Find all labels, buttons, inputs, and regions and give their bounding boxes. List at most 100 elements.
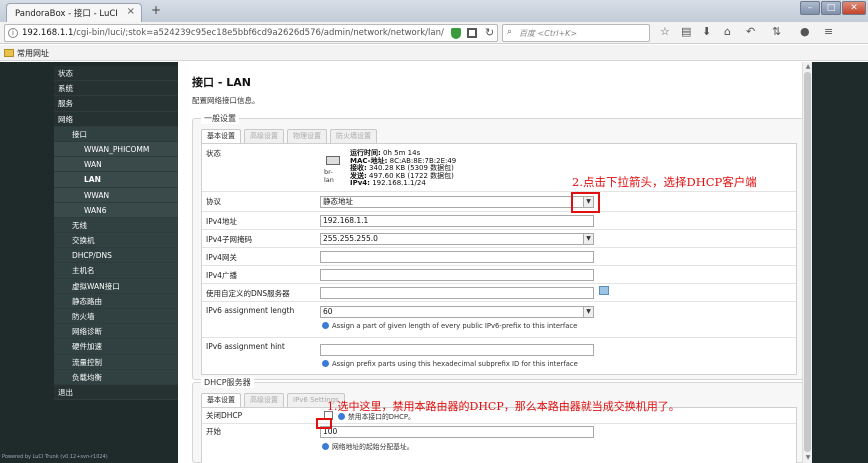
ip6assign-select[interactable]: 60 ▼ [320,306,594,318]
broadcast-input[interactable] [320,269,594,281]
browser-title-bar: PandoraBox - 接口 - LuCI × + – □ ✕ [0,0,868,22]
sidebar-item-21[interactable]: 退出 [54,384,178,401]
folder-icon [4,49,14,57]
protocol-label: 协议 [206,197,221,206]
sidebar-item-12[interactable]: DHCP/DNS [54,248,178,264]
info-icon[interactable]: i [8,28,18,38]
scroll-thumb[interactable] [804,72,811,452]
page-title: 接口 - LAN [192,76,251,89]
ip6hint-label: IPv6 assignment hint [206,342,285,351]
powered-by: Powered by LuCI Trunk (v0.12+svn-r1024) [2,454,108,460]
url-text[interactable]: 192.168.1.1/cgi-bin/luci/;stok=a524239c9… [22,28,444,38]
sidebar-item-3[interactable]: 网络 [54,111,178,127]
sidebar-item-0[interactable]: 状态 [54,66,178,82]
netmask-select[interactable]: 255.255.255.0 ▼ [320,233,594,245]
home-icon[interactable]: ⌂ [724,26,731,38]
ipv4-address-input[interactable]: 192.168.1.1 [320,215,594,227]
sidebar-item-7[interactable]: LAN [54,172,178,188]
sidebar-item-1[interactable]: 系统 [54,81,178,97]
general-settings-section: 一般设置 基本设置 高级设置 物理设置 防火墙设置 状态 br-lan 运行时间… [192,113,804,380]
bookmark-common-sites[interactable]: 常用网址 [17,48,49,59]
address-bar[interactable]: i 192.168.1.1/cgi-bin/luci/;stok=a524239… [4,24,498,42]
sidebar-item-10[interactable]: 无线 [54,217,178,234]
sidebar-item-6[interactable]: WAN [54,157,178,173]
right-dark-strip [812,62,868,463]
add-field-icon[interactable] [599,286,609,295]
search-placeholder: 百度 <Ctrl+K> [519,29,578,38]
dhcp-tabs: 基本设置 高级设置 IPv6 Settings [201,393,348,407]
info-icon [322,322,329,329]
highlight-dhcp-checkbox [316,418,332,429]
sidebar-item-5[interactable]: WWAN_PHICOMM [54,141,178,158]
gateway-label: IPv4网关 [206,253,237,262]
chevron-down-icon[interactable]: ▼ [583,234,593,244]
download-icon[interactable]: ⬇ [702,26,711,38]
navigation-bar: i 192.168.1.1/cgi-bin/luci/;stok=a524239… [0,22,868,44]
sidebar-item-9[interactable]: WAN6 [54,202,178,218]
ip6hint-input[interactable] [320,344,594,356]
dhcp-panel: 关闭DHCP 禁用本接口的DHCP。 开始 100 网络地址的起始分配基址。 [201,407,797,463]
dhcp-start-input[interactable]: 100 [320,426,594,438]
status-details: 运行时间: 0h 5m 14s MAC-地址: 8C:AB:8E:7B:2E:4… [350,149,457,187]
netmask-label: IPv4子网掩码 [206,235,252,244]
page-scrollbar[interactable]: ▲ ▼ [802,62,812,463]
minimize-button[interactable]: – [800,1,820,15]
sidebar-item-17[interactable]: 网络诊断 [54,324,178,340]
sidebar-item-13[interactable]: 主机名 [54,263,178,279]
search-icon: ⌕ [507,27,513,37]
new-tab-button[interactable]: + [148,4,164,18]
scroll-up-icon[interactable]: ▲ [804,63,812,71]
info-icon [322,443,329,450]
star-icon[interactable]: ☆ [660,26,670,38]
status-label: 状态 [206,149,221,158]
sidebar-item-19[interactable]: 流量控制 [54,354,178,370]
ip6assign-hint: Assign a part of given length of every p… [322,322,577,330]
chat-icon[interactable]: ● [800,26,810,38]
gateway-input[interactable] [320,251,594,263]
dhcp-start-label: 开始 [206,427,221,436]
sidebar-item-2[interactable]: 服务 [54,96,178,112]
tab-dhcp-advanced[interactable]: 高级设置 [244,393,284,407]
browser-tab[interactable]: PandoraBox - 接口 - LuCI × [6,3,142,22]
undo-icon[interactable]: ↶ [746,26,755,38]
sidebar-item-8[interactable]: WWAN [54,187,178,203]
maximize-button[interactable]: □ [821,1,841,15]
tab-dhcp-basic[interactable]: 基本设置 [201,393,241,407]
tab-physical-settings[interactable]: 物理设置 [287,129,327,143]
chevron-down-icon[interactable]: ▼ [583,307,593,317]
shield-icon[interactable] [451,28,461,39]
close-tab-icon[interactable]: × [127,6,135,17]
gateway-row: IPv4网关 [202,248,796,266]
tab-advanced-settings[interactable]: 高级设置 [244,129,284,143]
dns-input[interactable] [320,287,594,299]
sidebar-item-11[interactable]: 交换机 [54,233,178,249]
sidebar-item-15[interactable]: 静态路由 [54,293,178,309]
tab-firewall-settings[interactable]: 防火墙设置 [330,129,377,143]
general-settings-legend: 一般设置 [201,113,239,124]
protocol-row: 协议 静态地址 ▼ [202,192,796,212]
sidebar-item-4[interactable]: 接口 [54,126,178,142]
page-description: 配置网络接口信息。 [192,96,260,105]
search-box[interactable]: ⌕ 百度 <Ctrl+K> [502,24,650,42]
bookmarks-bar: 常用网址 [0,45,868,61]
dhcp-start-hint: 网络地址的起始分配基址。 [322,441,414,451]
reading-list-icon[interactable]: ▤ [681,26,691,38]
sidebar-item-18[interactable]: 硬件加速 [54,339,178,355]
sidebar-item-16[interactable]: 防火墙 [54,309,178,325]
scroll-down-icon[interactable]: ▼ [804,454,812,462]
extension-icon[interactable]: ⇅ [772,26,781,38]
sidebar: 状态 系统 服务 网络 接口 WWAN_PHICOMM WAN LAN WWAN WAN6 无线 交换… [0,62,178,463]
general-tabs: 基本设置 高级设置 物理设置 防火墙设置 [201,129,380,143]
tab-title: PandoraBox - 接口 - LuCI [15,9,118,19]
reload-icon[interactable]: ↻ [485,26,494,39]
dhcp-start-row: 开始 100 网络地址的起始分配基址。 [202,424,796,454]
tab-basic-settings[interactable]: 基本设置 [201,129,241,143]
sidebar-item-20[interactable]: 负载均衡 [54,369,178,385]
close-window-button[interactable]: ✕ [842,1,866,15]
ip6hint-hint: Assign prefix parts using this hexadecim… [322,360,578,368]
menu-icon[interactable]: ≡ [824,26,833,38]
protocol-select[interactable]: 静态地址 ▼ [320,196,594,208]
sidebar-item-14[interactable]: 虚拟WAN接口 [54,278,178,294]
ipv4-address-row: IPv4地址 192.168.1.1 [202,212,796,230]
qr-code-icon[interactable] [467,28,477,38]
